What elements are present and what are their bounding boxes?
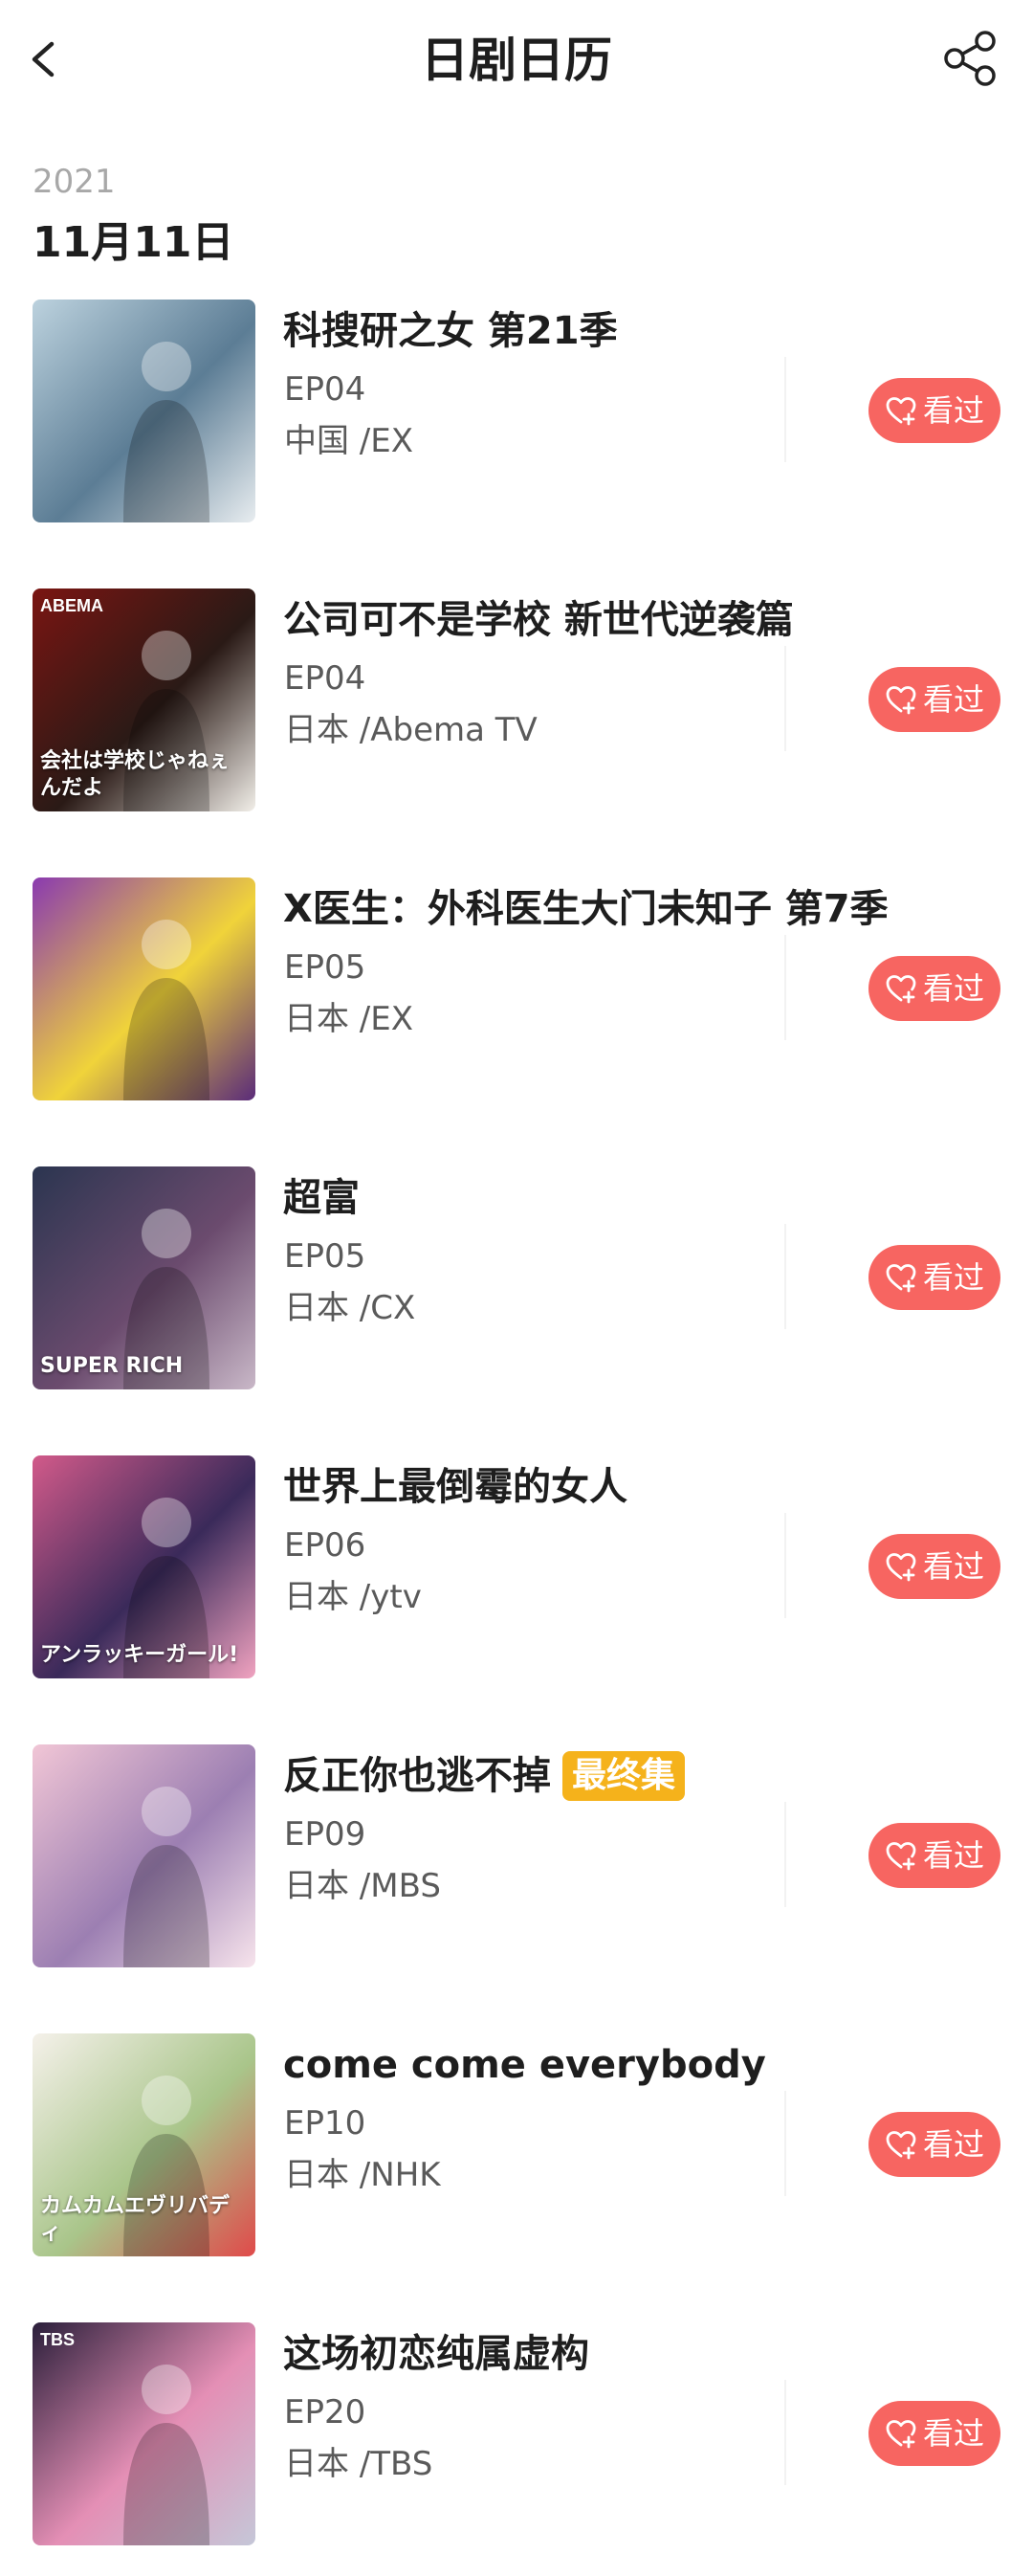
title-row: 科搜研之女 第21季 (283, 300, 618, 363)
poster-thumbnail[interactable] (33, 877, 255, 1100)
poster-art (123, 342, 209, 522)
heart-plus-icon (885, 2128, 917, 2161)
poster-thumbnail[interactable]: ABEMA 会社は学校じゃねぇんだよ (33, 588, 255, 811)
drama-title[interactable]: 这场初恋纯属虚构 (283, 2327, 589, 2381)
episode-number: EP05 (284, 948, 366, 987)
list-item[interactable]: アンラッキーガール! 世界上最倒霉的女人 EP06 日本 /ytv 看过 (0, 1455, 1033, 1744)
divider (784, 357, 786, 462)
mark-watched-button[interactable]: 看过 (868, 1245, 1000, 1310)
drama-title[interactable]: 世界上最倒霉的女人 (283, 1460, 627, 1514)
divider (784, 646, 786, 751)
episode-number: EP04 (284, 659, 366, 698)
origin-network: 日本 /CX (284, 1289, 416, 1327)
poster-art (123, 2365, 209, 2545)
poster-thumbnail[interactable]: カムカムエヴリバディ (33, 2033, 255, 2256)
mark-watched-button[interactable]: 看过 (868, 378, 1000, 443)
drama-title[interactable]: 反正你也逃不掉 (283, 1749, 551, 1803)
heart-plus-icon (885, 394, 917, 427)
origin-network: 日本 /Abema TV (284, 711, 538, 749)
origin-network: 日本 /TBS (284, 2445, 433, 2483)
origin-network: 日本 /ytv (284, 1578, 422, 1616)
title-row: come come everybody (283, 2033, 766, 2097)
date-day: 11月11日 (33, 218, 234, 267)
share-button[interactable] (939, 27, 1002, 90)
mark-watched-button[interactable]: 看过 (868, 2112, 1000, 2177)
drama-title[interactable]: X医生：外科医生大门未知子 第7季 (283, 882, 889, 936)
heart-plus-icon (885, 1550, 917, 1583)
poster-thumbnail[interactable] (33, 1744, 255, 1967)
poster-brand-logo: TBS (40, 2330, 75, 2349)
heart-plus-icon (885, 1839, 917, 1872)
drama-title[interactable]: come come everybody (283, 2038, 766, 2092)
poster-thumbnail[interactable]: SUPER RICH (33, 1166, 255, 1389)
drama-title[interactable]: 超富 (283, 1171, 360, 1225)
episode-number: EP10 (284, 2104, 366, 2143)
poster-art (123, 920, 209, 1100)
poster-caption: カムカムエヴリバディ (40, 2194, 231, 2245)
episode-number: EP09 (284, 1815, 366, 1854)
heart-plus-icon (885, 683, 917, 716)
divider (784, 1224, 786, 1329)
mark-watched-button[interactable]: 看过 (868, 667, 1000, 732)
divider (784, 1802, 786, 1907)
list-item[interactable]: 科搜研之女 第21季 EP04 中国 /EX 看过 (0, 300, 1033, 588)
title-row: 这场初恋纯属虚构 (283, 2322, 589, 2386)
divider (784, 1513, 786, 1618)
mark-watched-label: 看过 (922, 2415, 984, 2452)
final-episode-badge: 最终集 (562, 1751, 686, 1801)
poster-caption: アンラッキーガール! (40, 1643, 239, 1667)
title-row: X医生：外科医生大门未知子 第7季 (283, 877, 889, 941)
origin-network: 日本 /EX (284, 1000, 414, 1038)
title-row: 世界上最倒霉的女人 (283, 1455, 627, 1519)
heart-plus-icon (885, 1261, 917, 1294)
drama-list: 科搜研之女 第21季 EP04 中国 /EX 看过 ABEMA 会社は学校じゃねぇんだよ 公… (0, 300, 1033, 2576)
poster-thumbnail[interactable]: TBS (33, 2322, 255, 2545)
mark-watched-label: 看过 (922, 970, 984, 1007)
mark-watched-button[interactable]: 看过 (868, 956, 1000, 1021)
poster-thumbnail[interactable] (33, 300, 255, 522)
origin-network: 中国 /EX (284, 422, 414, 460)
list-item[interactable]: ABEMA 会社は学校じゃねぇんだよ 公司可不是学校 新世代逆袭篇 EP04 日本 /A… (0, 588, 1033, 877)
episode-number: EP04 (284, 370, 366, 409)
poster-brand-logo: ABEMA (40, 596, 103, 615)
heart-plus-icon (885, 972, 917, 1005)
list-item[interactable]: TBS 这场初恋纯属虚构 EP20 日本 /TBS 看过 (0, 2322, 1033, 2576)
title-row: 反正你也逃不掉 最终集 (283, 1744, 686, 1808)
poster-caption: SUPER RICH (40, 1354, 184, 1378)
drama-title[interactable]: 公司可不是学校 新世代逆袭篇 (283, 593, 794, 647)
date-year: 2021 (33, 163, 116, 201)
mark-watched-label: 看过 (922, 1548, 984, 1585)
mark-watched-button[interactable]: 看过 (868, 1534, 1000, 1599)
list-item[interactable]: X医生：外科医生大门未知子 第7季 EP05 日本 /EX 看过 (0, 877, 1033, 1166)
poster-caption: 会社は学校じゃねぇんだよ (40, 749, 231, 800)
episode-number: EP05 (284, 1237, 366, 1276)
header-bar: 日剧日历 (0, 0, 1033, 120)
mark-watched-button[interactable]: 看过 (868, 2401, 1000, 2466)
mark-watched-button[interactable]: 看过 (868, 1823, 1000, 1888)
divider (784, 2091, 786, 2196)
heart-plus-icon (885, 2417, 917, 2450)
mark-watched-label: 看过 (922, 2126, 984, 2163)
title-row: 公司可不是学校 新世代逆袭篇 (283, 588, 794, 652)
mark-watched-label: 看过 (922, 1837, 984, 1874)
mark-watched-label: 看过 (922, 681, 984, 718)
list-item[interactable]: 反正你也逃不掉 最终集 EP09 日本 /MBS 看过 (0, 1744, 1033, 2033)
list-item[interactable]: SUPER RICH 超富 EP05 日本 /CX 看过 (0, 1166, 1033, 1455)
list-item[interactable]: カムカムエヴリバディ come come everybody EP10 日本 /NHK… (0, 2033, 1033, 2322)
episode-number: EP20 (284, 2393, 366, 2432)
poster-thumbnail[interactable]: アンラッキーガール! (33, 1455, 255, 1678)
app-screen: 日剧日历 2021 11月11日 科搜研之女 第21季 EP04 中国 /EX 看过 A… (0, 0, 1033, 2576)
mark-watched-label: 看过 (922, 1259, 984, 1296)
divider (784, 935, 786, 1040)
origin-network: 日本 /NHK (284, 2156, 441, 2194)
divider (784, 2380, 786, 2485)
drama-title[interactable]: 科搜研之女 第21季 (283, 304, 618, 358)
origin-network: 日本 /MBS (284, 1867, 441, 1905)
share-icon (944, 31, 996, 86)
title-row: 超富 (283, 1166, 360, 1230)
episode-number: EP06 (284, 1526, 366, 1565)
poster-art (123, 1787, 209, 1967)
mark-watched-label: 看过 (922, 392, 984, 429)
page-title: 日剧日历 (421, 33, 612, 88)
